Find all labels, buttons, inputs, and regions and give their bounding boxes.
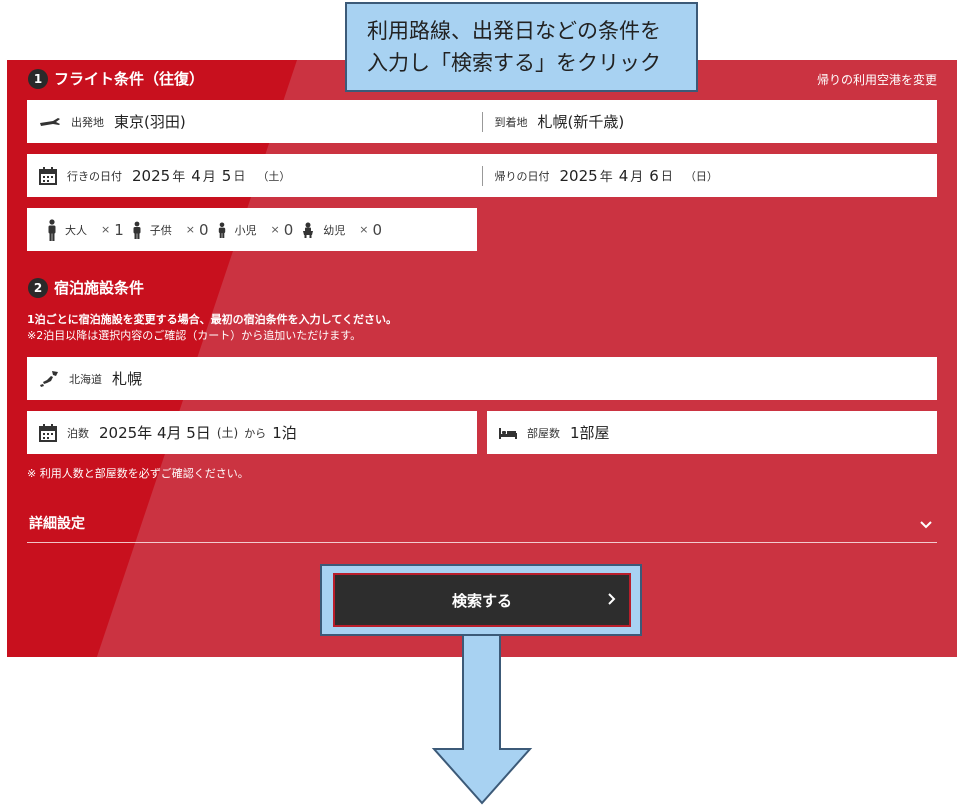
outbound-weekday: （土） (257, 169, 291, 183)
month-unit: 月 (202, 170, 216, 185)
nights-weekday: (土) (216, 426, 239, 440)
return-year: 2025 (559, 166, 598, 185)
year-unit: 年 (599, 170, 613, 185)
return-date-field[interactable]: 帰りの日付 2025 年 4 月 6 日 （日） (483, 154, 938, 197)
arrival-value: 札幌(新千歳) (537, 113, 625, 131)
hotel-notice-line2: ※2泊目以降は選択内容のご確認（カート）から追加いただけます。 (27, 329, 362, 342)
month-unit: 月 (630, 170, 644, 185)
confirm-notice: ※ 利用人数と部屋数を必ずご確認ください。 (27, 467, 249, 480)
adult-icon (47, 218, 57, 241)
search-button[interactable]: 検索する (333, 573, 631, 627)
young-child-count: 0 (283, 220, 294, 239)
route-field[interactable]: 出発地 東京(羽田) 到着地 札幌(新千歳) (27, 100, 937, 143)
details-divider (27, 542, 937, 543)
adult-count: 1 (114, 220, 124, 239)
outbound-date-label: 行きの日付 (67, 169, 122, 183)
nights-from: から (244, 426, 267, 440)
callout-line1: 利用路線、出発日などの条件を (367, 19, 661, 43)
callout-line2: 入力し「検索する」をクリック (367, 51, 661, 75)
young-child-times: × (270, 223, 280, 236)
nights-value: 1泊 (272, 424, 297, 442)
arrival-field[interactable]: 到着地 札幌(新千歳) (483, 100, 938, 143)
child-count: 0 (198, 220, 209, 239)
day-unit: 日 (660, 169, 673, 183)
departure-value: 東京(羽田) (114, 113, 186, 131)
young-child-label: 小児 (234, 223, 257, 237)
outbound-date-field[interactable]: 行きの日付 2025 年 4 月 5 日 （土） (27, 154, 482, 197)
return-date-label: 帰りの日付 (494, 169, 550, 183)
area-value: 札幌 (112, 370, 143, 388)
change-return-airport-link[interactable]: 帰りの利用空港を変更 (817, 71, 937, 88)
airplane-takeoff-icon (39, 116, 61, 128)
infant-icon (301, 222, 315, 238)
instruction-callout: 利用路線、出発日などの条件を 入力し「検索する」をクリック (345, 2, 698, 92)
rooms-field[interactable]: 部屋数 1部屋 (487, 411, 937, 454)
arrival-label: 到着地 (494, 115, 528, 129)
return-weekday: （日） (684, 169, 718, 183)
outbound-day: 5 (221, 166, 232, 185)
adult-label: 大人 (65, 223, 87, 237)
step-number-2: 2 (28, 277, 48, 298)
nights-date: 2025年 4月 5日 (99, 424, 211, 442)
nights-label: 泊数 (67, 426, 89, 440)
flight-title-text: フライト条件（往復） (54, 70, 205, 88)
outbound-year: 2025 (132, 166, 171, 185)
passenger-infant[interactable]: 幼児 × 0 (301, 221, 382, 239)
adult-times: × (101, 223, 111, 236)
step-number-1: 1 (28, 68, 48, 89)
japan-map-icon (39, 370, 59, 388)
infant-times: × (359, 223, 369, 236)
bed-icon (499, 427, 517, 439)
hotel-notice: 1泊ごとに宿泊施設を変更する場合、最初の宿泊条件を入力してください。 ※2泊目以… (27, 312, 397, 344)
passenger-adult[interactable]: 大人 × 1 (47, 218, 124, 241)
return-day: 6 (649, 166, 659, 185)
down-arrow-annotation (431, 634, 533, 805)
calendar-icon (39, 423, 57, 442)
passenger-child[interactable]: 子供 × 0 (132, 221, 209, 239)
passenger-field[interactable]: 大人 × 1 子供 × 0 小児 × 0 幼児 × 0 (27, 208, 477, 251)
date-field[interactable]: 行きの日付 2025 年 4 月 5 日 （土） 帰りの日付 2025 年 4 … (27, 154, 937, 197)
chevron-down-icon[interactable] (919, 515, 933, 534)
child-label: 子供 (149, 223, 172, 237)
search-button-label: 検索する (451, 591, 512, 610)
infant-label: 幼児 (323, 223, 346, 237)
outbound-month: 4 (191, 166, 201, 185)
child-icon (132, 221, 142, 239)
departure-label: 出発地 (71, 115, 104, 129)
day-unit: 日 (233, 169, 246, 183)
passenger-youngchild[interactable]: 小児 × 0 (217, 220, 294, 239)
flight-section-title: 1 フライト条件（往復） (28, 68, 204, 89)
infant-count: 0 (372, 220, 383, 239)
hotel-section-title: 2 宿泊施設条件 (28, 277, 144, 298)
child-times: × (185, 223, 195, 236)
calendar-icon (39, 166, 57, 185)
hotel-notice-line1: 1泊ごとに宿泊施設を変更する場合、最初の宿泊条件を入力してください。 (27, 313, 397, 326)
area-field[interactable]: 北海道 札幌 (27, 357, 937, 400)
rooms-label: 部屋数 (527, 426, 560, 440)
details-toggle-label[interactable]: 詳細設定 (29, 513, 85, 533)
departure-field[interactable]: 出発地 東京(羽田) (27, 100, 482, 143)
chevron-right-icon (607, 592, 617, 610)
hotel-title-text: 宿泊施設条件 (54, 279, 145, 297)
young-child-icon (217, 222, 227, 238)
year-unit: 年 (172, 170, 186, 185)
nights-field[interactable]: 泊数 2025年 4月 5日 (土) から 1泊 (27, 411, 477, 454)
area-label: 北海道 (69, 372, 102, 386)
rooms-value: 1部屋 (570, 424, 610, 442)
return-month: 4 (618, 166, 629, 185)
